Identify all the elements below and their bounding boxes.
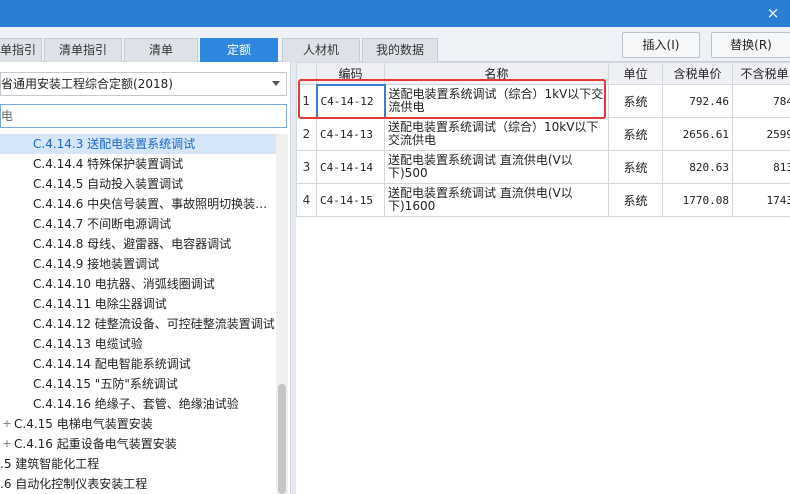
unit-cell[interactable]: 系统 [608,84,663,118]
tree-item[interactable]: C.4.14.3 送配电装置系统调试 [0,134,276,154]
expand-icon[interactable]: + [2,414,12,434]
tree-item[interactable]: C.4.14.10 电抗器、消弧线圈调试 [0,274,276,294]
quota-grid: 编码 名称 单位 含税单价 不含税单 1 C4-14-12 送配电装置系统调试（综合… [296,62,790,494]
tree-item[interactable]: C.4.14.12 硅整流设备、可控硅整流装置调试 [0,314,276,334]
tree-item-label: C.4.14.6 中央信号装置、事故照明切换装… [33,197,268,211]
table-row[interactable]: 3 C4-14-14 送配电装置系统调试 直流供电(V以下)500 系统 820.63 8… [296,150,790,184]
scrollbar-thumb[interactable] [278,384,286,494]
grid-header-row: 编码 名称 单位 含税单价 不含税单 [296,62,790,85]
expand-icon[interactable]: + [2,434,12,454]
name-cell[interactable]: 送配电装置系统调试 直流供电(V以下)500 [384,150,609,184]
insert-button[interactable]: 插入(I) [622,32,700,58]
table-row[interactable]: 2 C4-14-13 送配电装置系统调试（综合）10kV以下交流供电 系统 2656.6… [296,117,790,151]
table-row[interactable]: 4 C4-14-15 送配电装置系统调试 直流供电(V以下)1600 系统 1770.0… [296,183,790,217]
table-row[interactable]: 1 C4-14-12 送配电装置系统调试（综合）1kV以下交流供电 系统 792.46 7… [296,83,790,119]
tree-item[interactable]: C.4.14.6 中央信号装置、事故照明切换装… [0,194,276,214]
unit-cell[interactable]: 系统 [608,150,663,184]
tree-item[interactable]: + C.4.16 起重设备电气装置安装 [0,434,276,454]
tab-my-data[interactable]: 我的数据 [362,38,438,62]
title-bar: × [0,0,790,27]
code-cell[interactable]: C4-14-12 [315,83,386,119]
code-cell[interactable]: C4-14-14 [316,150,385,184]
tree-item-label: C.4.14.3 送配电装置系统调试 [33,137,196,151]
tab-bill[interactable]: 清单 [124,38,198,62]
col-header-price-with-tax[interactable]: 含税单价 [662,62,733,85]
tree-item-label: C.4.14.12 硅整流设备、可控硅整流装置调试 [33,317,275,331]
tree-item-label: C.4.16 起重设备电气装置安装 [14,437,177,451]
unit-cell[interactable]: 系统 [608,117,663,151]
tree-item-label: C.4.14.7 不间断电源调试 [33,217,172,231]
tree-item[interactable]: C.4.14.4 特殊保护装置调试 [0,154,276,174]
chapter-tree: C.4.14.3 送配电装置系统调试 C.4.14.4 特殊保护装置调试 C.4.1… [0,134,276,494]
row-index[interactable]: 3 [296,150,317,184]
quota-tree-panel: 省通用安装工程综合定额(2018) 电 C.4.14.3 送配电装置系统调试 C.… [0,62,290,494]
replace-button[interactable]: 替换(R) [711,32,790,58]
tree-item[interactable]: C.4.14.16 绝缘子、套管、绝缘油试验 [0,394,276,414]
close-icon[interactable]: × [762,2,784,24]
price-with-tax-cell[interactable]: 2656.61 [662,117,733,151]
tree-item-label: C.4.14.13 电缆试验 [33,337,143,351]
tree-item-label: C.4.14.11 电除尘器调试 [33,297,167,311]
tree-item-label: C.4.14.5 自动投入装置调试 [33,177,184,191]
search-input[interactable]: 电 [0,104,287,128]
unit-cell[interactable]: 系统 [608,183,663,217]
price-without-tax-cell[interactable]: 2599 [732,117,790,151]
tree-item[interactable]: .6 自动化控制仪表安装工程 [0,474,276,494]
tree-item-label: C.4.15 电梯电气装置安装 [14,417,153,431]
search-input-value: 电 [1,109,14,123]
tree-item[interactable]: C.4.14.11 电除尘器调试 [0,294,276,314]
tree-item[interactable]: C.4.14.14 配电智能系统调试 [0,354,276,374]
name-cell[interactable]: 送配电装置系统调试（综合）10kV以下交流供电 [384,117,609,151]
tab-list-guide[interactable]: 单指引 [0,38,42,62]
tree-item-label: C.4.14.16 绝缘子、套管、绝缘油试验 [33,397,239,411]
col-header-unit[interactable]: 单位 [608,62,663,85]
col-header-index [296,62,317,85]
tree-item-label: C.4.14.9 接地装置调试 [33,257,160,271]
tree-item[interactable]: + C.4.15 电梯电气装置安装 [0,414,276,434]
tree-item[interactable]: C.4.14.15 "五防"系统调试 [0,374,276,394]
tree-scrollbar[interactable] [276,134,288,494]
tab-labor-material-machine[interactable]: 人材机 [282,38,360,62]
tree-item-label: C.4.14.4 特殊保护装置调试 [33,157,184,171]
tab-bill-guide[interactable]: 清单指引 [44,38,122,62]
price-without-tax-cell[interactable]: 813 [732,150,790,184]
tree-item[interactable]: C.4.14.7 不间断电源调试 [0,214,276,234]
col-header-price-without-tax[interactable]: 不含税单 [732,62,790,85]
price-without-tax-cell[interactable]: 1743 [732,183,790,217]
name-cell[interactable]: 送配电装置系统调试（综合）1kV以下交流供电 [384,84,609,118]
tree-item-label: C.4.14.10 电抗器、消弧线圈调试 [33,277,215,291]
row-index[interactable]: 4 [296,183,317,217]
name-cell[interactable]: 送配电装置系统调试 直流供电(V以下)1600 [384,183,609,217]
code-cell[interactable]: C4-14-13 [316,117,385,151]
tree-item-label: C.4.14.14 配电智能系统调试 [33,357,191,371]
chevron-down-icon [272,81,280,86]
quota-library-value: 省通用安装工程综合定额(2018) [1,77,173,91]
tree-item-label: .5 建筑智能化工程 [0,457,100,471]
quota-library-select[interactable]: 省通用安装工程综合定额(2018) [0,72,287,96]
tab-quota[interactable]: 定额 [200,38,278,62]
code-cell[interactable]: C4-14-15 [316,183,385,217]
col-header-name[interactable]: 名称 [384,62,609,85]
tree-item-label: .6 自动化控制仪表安装工程 [0,477,148,491]
row-index[interactable]: 2 [296,117,317,151]
price-with-tax-cell[interactable]: 1770.08 [662,183,733,217]
price-without-tax-cell[interactable]: 784 [732,84,790,118]
tree-item[interactable]: C.4.14.13 电缆试验 [0,334,276,354]
tree-item[interactable]: C.4.14.9 接地装置调试 [0,254,276,274]
app-window: × 单指引 清单指引 清单 定额 人材机 我的数据 插入(I) 替换(R) 省通… [0,0,790,494]
tree-item-label: C.4.14.15 "五防"系统调试 [33,377,178,391]
tree-item[interactable]: C.4.14.8 母线、避雷器、电容器调试 [0,234,276,254]
price-with-tax-cell[interactable]: 820.63 [662,150,733,184]
tab-strip: 单指引 清单指引 清单 定额 人材机 我的数据 插入(I) 替换(R) [0,27,790,62]
col-header-code[interactable]: 编码 [316,62,385,85]
tree-item[interactable]: .5 建筑智能化工程 [0,454,276,474]
row-index[interactable]: 1 [296,84,317,118]
price-with-tax-cell[interactable]: 792.46 [662,84,733,118]
tree-item[interactable]: C.4.14.5 自动投入装置调试 [0,174,276,194]
tree-item-label: C.4.14.8 母线、避雷器、电容器调试 [33,237,232,251]
